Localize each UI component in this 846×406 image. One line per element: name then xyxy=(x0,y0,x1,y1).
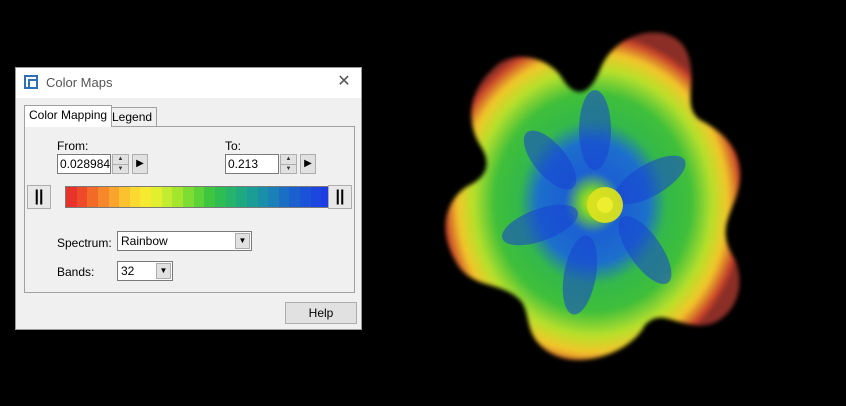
color-band xyxy=(310,187,322,207)
color-band xyxy=(119,187,130,207)
color-band xyxy=(236,187,247,207)
color-band xyxy=(246,187,258,207)
color-band xyxy=(172,187,184,207)
chevron-down-icon[interactable]: ▼ xyxy=(235,233,250,249)
spectrum-select[interactable]: Rainbow ▼ xyxy=(117,231,252,251)
dialog-title: Color Maps xyxy=(46,75,113,90)
color-band xyxy=(151,187,162,207)
surface-center-core xyxy=(597,197,613,213)
bands-select[interactable]: 32 ▼ xyxy=(117,261,173,281)
color-band xyxy=(204,187,215,207)
color-band xyxy=(87,187,98,207)
color-band xyxy=(140,187,152,207)
color-band xyxy=(66,187,77,207)
close-button[interactable]: ✕ xyxy=(333,72,355,92)
color-band xyxy=(193,187,205,207)
color-band xyxy=(161,187,173,207)
color-band xyxy=(129,187,141,207)
to-play-button[interactable]: ▶ xyxy=(300,154,316,174)
spectrum-color-bar xyxy=(65,186,333,208)
help-button[interactable]: Help xyxy=(285,302,357,324)
spin-down-icon[interactable]: ▼ xyxy=(281,164,296,174)
range-start-handle[interactable]: || xyxy=(27,185,51,209)
color-band xyxy=(214,187,226,207)
to-input[interactable]: 0.213 xyxy=(225,154,279,174)
range-end-handle[interactable]: || xyxy=(328,185,352,209)
color-band xyxy=(108,187,120,207)
title-bar[interactable]: Color Maps ✕ xyxy=(16,68,361,98)
spin-up-icon[interactable]: ▲ xyxy=(281,155,296,164)
color-mapping-panel: From: 0.028984 ▲ ▼ ▶ To: 0.213 ▲ ▼ ▶ || … xyxy=(24,126,355,293)
spin-down-icon[interactable]: ▼ xyxy=(113,164,128,174)
color-band xyxy=(76,187,88,207)
molecular-surface-render xyxy=(445,32,741,360)
spectrum-value: Rainbow xyxy=(121,234,168,248)
chevron-down-icon[interactable]: ▼ xyxy=(156,263,171,279)
color-band xyxy=(289,187,301,207)
color-band xyxy=(97,187,109,207)
from-spinner[interactable]: ▲ ▼ xyxy=(112,154,129,174)
color-maps-dialog: Color Maps ✕ Color Mapping Legend From: … xyxy=(15,67,362,330)
from-play-button[interactable]: ▶ xyxy=(132,154,148,174)
color-band xyxy=(257,187,269,207)
color-band xyxy=(300,187,311,207)
spectrum-label: Spectrum: xyxy=(57,236,112,250)
tab-color-mapping[interactable]: Color Mapping xyxy=(24,105,113,127)
color-band xyxy=(225,187,237,207)
color-band xyxy=(183,187,194,207)
from-input[interactable]: 0.028984 xyxy=(57,154,111,174)
tab-legend[interactable]: Legend xyxy=(107,107,158,127)
from-label: From: xyxy=(57,139,89,153)
to-spinner[interactable]: ▲ ▼ xyxy=(280,154,297,174)
to-label: To: xyxy=(225,139,242,153)
app-window-icon xyxy=(24,75,38,89)
bands-value: 32 xyxy=(121,264,135,278)
color-band xyxy=(268,187,279,207)
bands-label: Bands: xyxy=(57,265,95,279)
color-band xyxy=(278,187,290,207)
spin-up-icon[interactable]: ▲ xyxy=(113,155,128,164)
